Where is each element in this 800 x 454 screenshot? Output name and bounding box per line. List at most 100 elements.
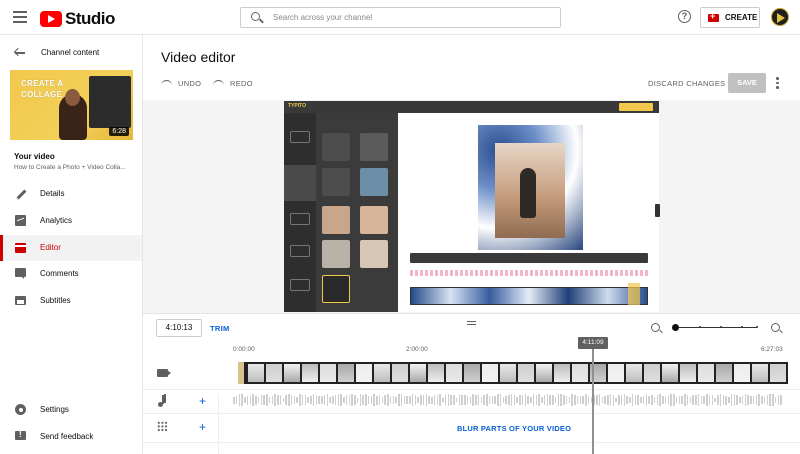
waveform-bar	[486, 393, 488, 407]
waveform-bar	[763, 396, 766, 404]
waveform-bar	[403, 395, 405, 405]
waveform-bar	[431, 396, 433, 404]
waveform-bar	[675, 396, 678, 404]
waveform-bar	[662, 396, 664, 404]
sidebar-item-subtitles[interactable]: Subtitles	[0, 288, 142, 314]
trim-button[interactable]: TRIM	[210, 324, 230, 333]
waveform-bar	[365, 394, 367, 406]
sidebar-item-editor[interactable]: Editor	[0, 235, 142, 261]
sidebar-item-label: Subtitles	[40, 296, 71, 305]
ruler-label-start: 0:00:00	[233, 346, 255, 353]
waveform-bar	[241, 394, 243, 406]
waveform-bar	[615, 398, 617, 402]
video-track-filmstrip[interactable]	[238, 362, 788, 384]
waveform-bar	[475, 395, 477, 405]
waveform-bar	[659, 393, 661, 407]
waveform-bar	[499, 393, 502, 407]
add-blur-button[interactable]: +	[199, 421, 206, 433]
zoom-in-icon[interactable]	[771, 323, 782, 334]
waveform-bar	[425, 393, 427, 407]
resize-handle-icon[interactable]	[467, 321, 476, 325]
filmstrip-frame	[500, 364, 516, 382]
waveform-bar	[502, 396, 504, 404]
current-time-field[interactable]: 4:10:13	[156, 319, 202, 337]
waveform-bar	[568, 396, 570, 404]
zoom-out-icon[interactable]	[651, 323, 662, 334]
back-to-channel-content[interactable]: Channel content	[0, 43, 143, 63]
discard-changes-button[interactable]: DISCARD CHANGES	[648, 79, 725, 88]
waveform-bar	[667, 395, 669, 405]
waveform-bar	[651, 395, 653, 405]
youtube-studio-logo[interactable]: Studio	[40, 9, 115, 29]
waveform-bar	[373, 393, 375, 407]
waveform-bar	[640, 396, 642, 404]
waveform-bar	[263, 395, 265, 405]
search-input[interactable]: Search across your channel	[240, 7, 561, 28]
waveform-bar	[348, 395, 350, 405]
waveform-bar	[235, 396, 238, 404]
help-icon[interactable]: ?	[678, 10, 691, 23]
playhead-line[interactable]	[592, 349, 594, 454]
preview-timeline-bar	[410, 253, 648, 263]
sidebar-item-send-feedback[interactable]: Send feedback	[0, 424, 142, 450]
save-button[interactable]: SAVE	[728, 73, 766, 93]
sidebar-item-settings[interactable]: Settings	[0, 397, 142, 423]
undo-button[interactable]: UNDO	[161, 79, 201, 88]
filmstrip-frame	[752, 364, 768, 382]
waveform-bar	[706, 394, 708, 406]
preview-rail-tile	[290, 279, 310, 291]
waveform-bar	[450, 394, 452, 406]
waveform-bar	[673, 394, 675, 406]
waveform-bar	[532, 394, 535, 406]
menu-icon[interactable]	[13, 11, 27, 23]
waveform-bar	[530, 396, 532, 404]
waveform-bar	[524, 393, 526, 407]
waveform-bar	[761, 396, 763, 404]
add-audio-button[interactable]: +	[199, 395, 206, 407]
redo-button[interactable]: REDO	[213, 79, 253, 88]
preview-panel-tile	[360, 206, 388, 234]
waveform-bar	[752, 395, 755, 405]
waveform-bar	[557, 394, 559, 406]
zoom-slider-knob[interactable]	[672, 324, 679, 331]
waveform-bar	[332, 396, 334, 404]
waveform-bar	[400, 394, 403, 406]
waveform-bar	[334, 395, 337, 405]
preview-panel-tile	[322, 206, 350, 234]
waveform-bar	[436, 394, 438, 406]
waveform-bar	[260, 394, 262, 406]
waveform-bar	[477, 395, 480, 405]
waveform-bar	[587, 395, 590, 405]
waveform-bar	[367, 396, 370, 404]
search-icon	[251, 11, 263, 24]
waveform-bar	[257, 397, 260, 403]
preview-export-button	[619, 103, 653, 111]
sidebar-item-analytics[interactable]: Analytics	[0, 208, 142, 234]
redo-label: REDO	[230, 79, 253, 88]
thumbnail-text-line1: CREATE A	[21, 79, 64, 88]
video-thumbnail[interactable]: CREATE A COLLAGE 6:28	[10, 70, 133, 140]
waveform-bar	[455, 397, 458, 403]
waveform-bar	[571, 393, 573, 407]
waveform-bar	[780, 394, 782, 406]
waveform-bar	[469, 396, 471, 404]
sidebar-item-comments[interactable]: Comments	[0, 261, 142, 287]
audio-waveform[interactable]	[233, 392, 789, 408]
waveform-bar	[354, 395, 356, 405]
blur-parts-link[interactable]: BLUR PARTS OF YOUR VIDEO	[457, 424, 571, 433]
zoom-slider-track[interactable]	[675, 327, 757, 328]
more-options-icon[interactable]	[776, 77, 779, 89]
waveform-bar	[266, 393, 268, 407]
playhead-time-tag[interactable]: 4:11:09	[578, 337, 608, 349]
create-button[interactable]: CREATE	[700, 7, 760, 28]
sidebar-item-details[interactable]: Details	[0, 181, 142, 207]
filmstrip-frame	[356, 364, 372, 382]
waveform-bar	[535, 395, 537, 405]
waveform-bar	[491, 396, 493, 404]
sidebar-item-label: Settings	[40, 405, 69, 414]
waveform-bar	[766, 395, 768, 405]
thumbnail-text-line2: COLLAGE	[21, 90, 63, 99]
video-player[interactable]: TYPITO	[284, 101, 659, 312]
avatar[interactable]	[771, 8, 789, 26]
waveform-bar	[560, 394, 562, 406]
